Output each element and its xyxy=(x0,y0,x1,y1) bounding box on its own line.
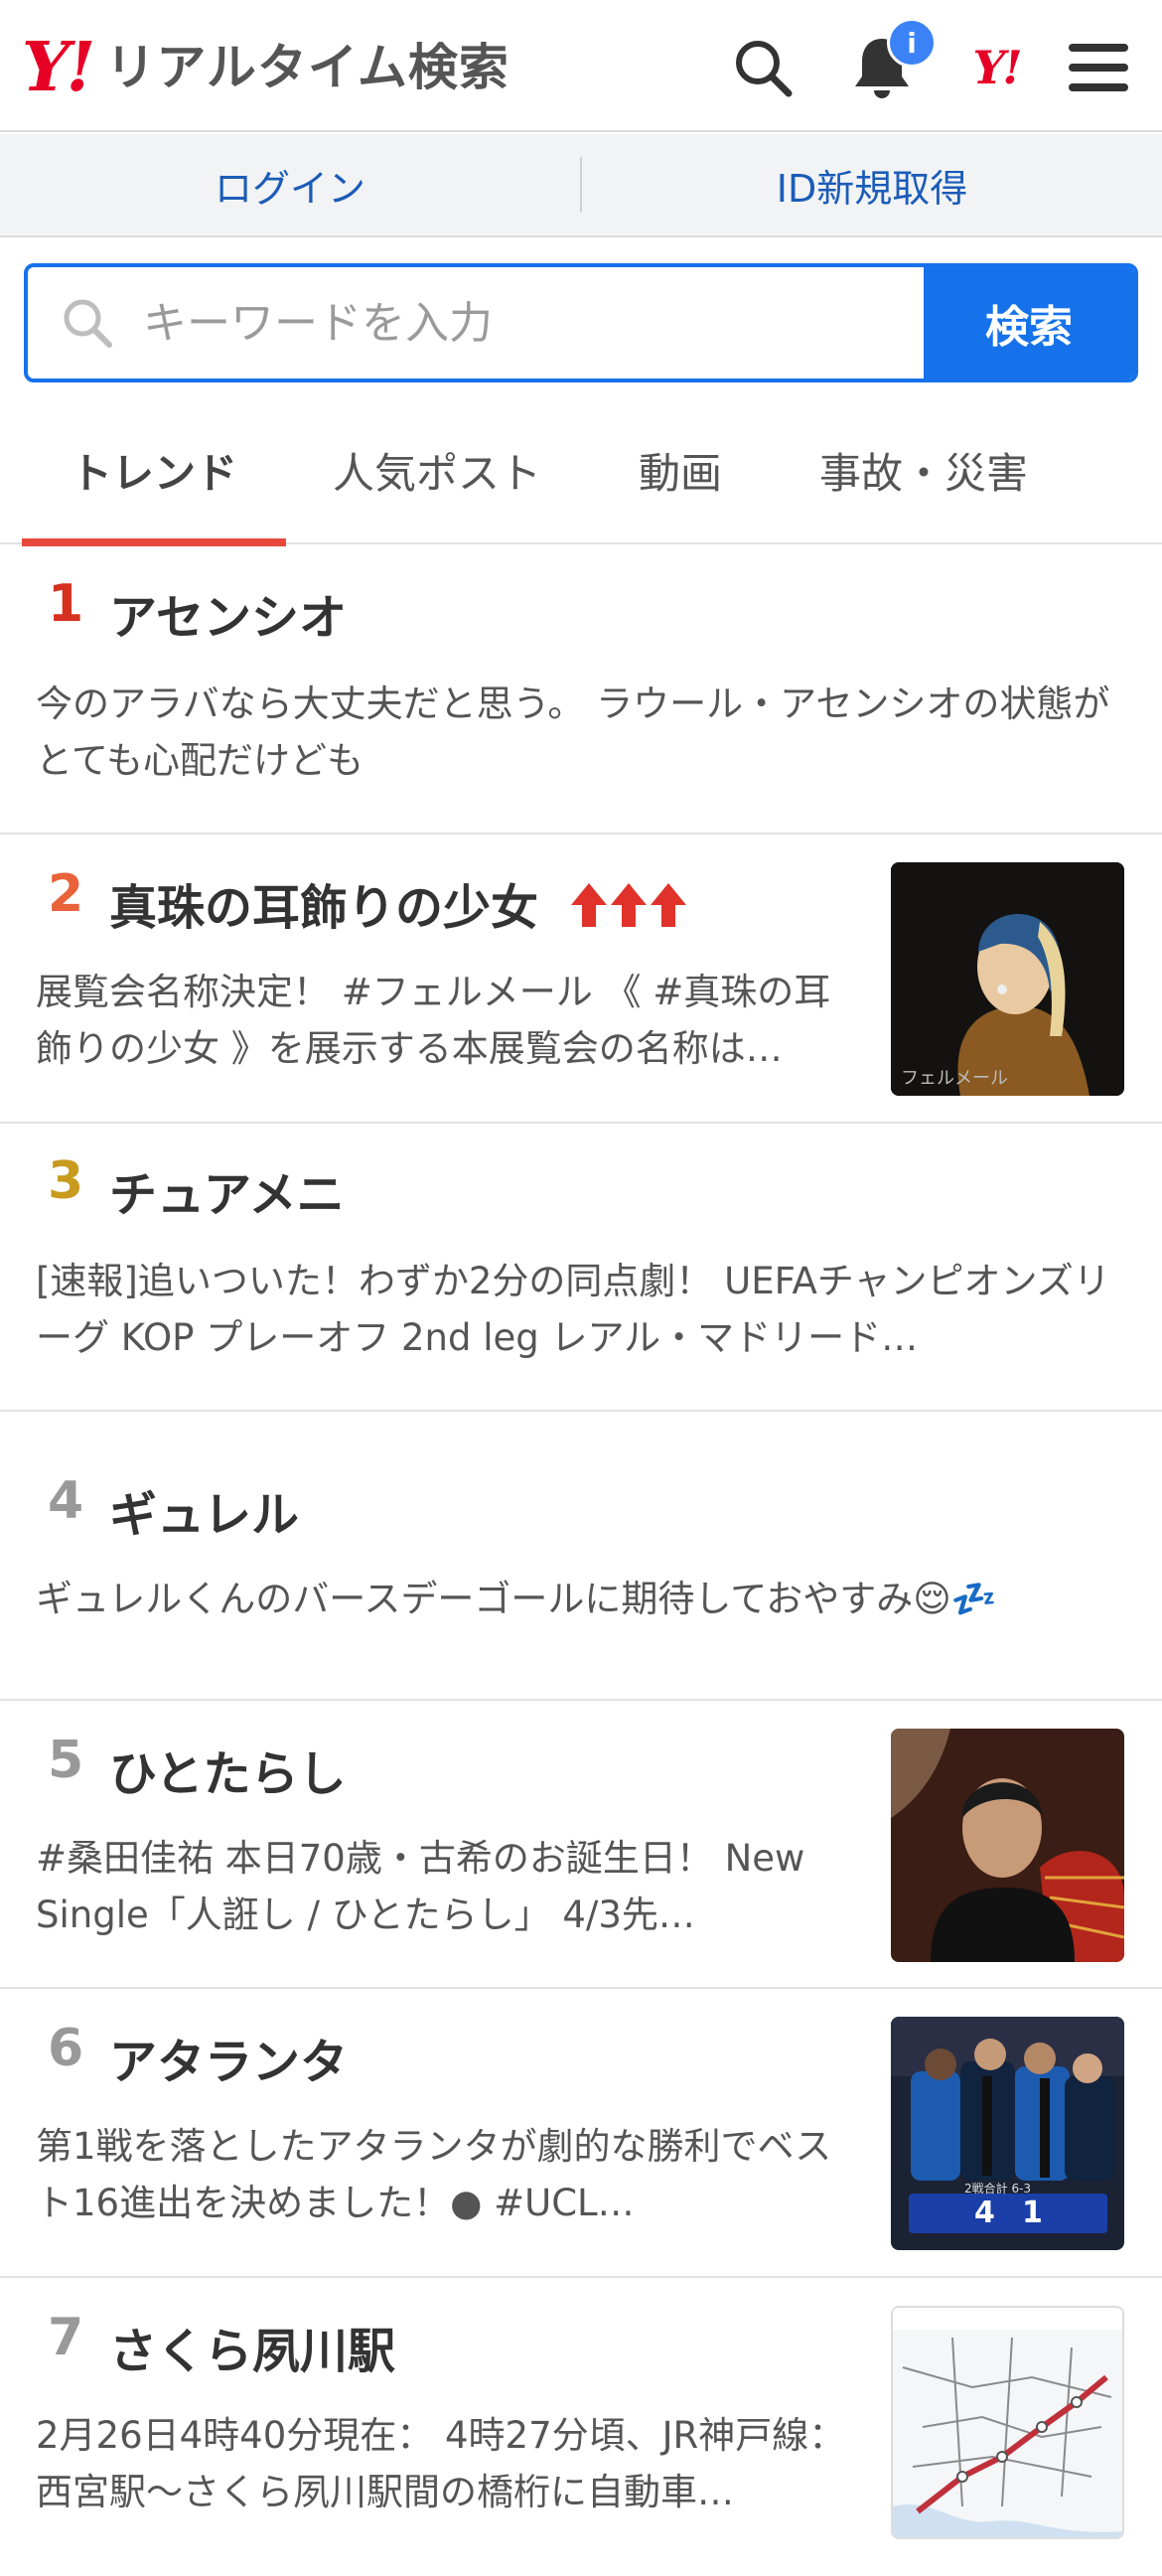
tab-trend[interactable]: トレンド xyxy=(22,397,286,546)
yahoo-realtime-logo[interactable]: Y! リアルタイム検索 xyxy=(22,28,509,107)
trend-item[interactable]: 3 チュアメニ [速報]追いついた！わずか2分の同点劇！ UEFAチャンピオンズ… xyxy=(0,1124,1162,1412)
soccer-thumbnail xyxy=(891,2017,1124,2250)
trend-title: さくら夙川駅 xyxy=(109,2324,396,2379)
trend-description: 今のアラバなら大丈夫だと思う。 ラウール・アセンシオの状態がとても心配だけども xyxy=(36,682,1110,782)
rising-arrows-icon xyxy=(567,881,690,941)
trend-thumbnail[interactable] xyxy=(891,1729,1124,1962)
yahoo-logo-mark: Y! xyxy=(22,28,95,107)
trend-description: [速報]追いついた！わずか2分の同点劇！ UEFAチャンピオンズリーグ KOP … xyxy=(36,1260,1110,1359)
login-bar: ログイン ID新規取得 xyxy=(0,134,1162,237)
notification-badge: i xyxy=(887,18,937,68)
signup-link[interactable]: ID新規取得 xyxy=(582,158,1162,213)
yahoo-mark: Y! xyxy=(972,41,1022,94)
tab-accidents-disasters[interactable]: 事故・災害 xyxy=(785,397,1063,542)
trend-item[interactable]: 7 さくら夙川駅 2月26日4時40分現在： 4時27分頃、JR神戸線：西宮駅〜… xyxy=(0,2278,1162,2576)
trend-description: ギュレルくんのバースデーゴールに期待しておやすみ😌💤 xyxy=(36,1578,997,1620)
trend-list: 1 アセンシオ 今のアラバなら大丈夫だと思う。 ラウール・アセンシオの状態がとて… xyxy=(0,546,1162,2576)
trend-item[interactable]: 2 真珠の耳飾りの少女 展覧会名称決定！ #フェルメール 《 #真珠の耳飾りの少… xyxy=(0,834,1162,1124)
trend-description: #桑田佳祐 本日70歳・古希のお誕生日！ New Single「人誑し / ひと… xyxy=(36,1837,805,1936)
railway-map-thumbnail xyxy=(893,2308,1122,2537)
search-icon[interactable] xyxy=(725,30,800,105)
thumb-score-away: 1 xyxy=(1022,2196,1043,2230)
trend-rank: 6 xyxy=(48,2019,84,2078)
trend-thumbnail[interactable] xyxy=(891,2306,1124,2539)
search-input[interactable] xyxy=(143,297,838,349)
app-header: Y! リアルタイム検索 i Y! xyxy=(0,0,1162,132)
trend-rank: 7 xyxy=(48,2308,84,2367)
thumb-caption: フェルメール xyxy=(901,1068,1008,1089)
bell-icon[interactable]: i xyxy=(844,18,937,105)
trend-rank: 2 xyxy=(48,864,84,924)
tab-popular-posts[interactable]: 人気ポスト xyxy=(298,397,576,542)
search-button[interactable]: 検索 xyxy=(924,267,1134,379)
trend-item[interactable]: 5 ひとたらし #桑田佳祐 本日70歳・古希のお誕生日！ New Single「… xyxy=(0,1701,1162,1989)
trend-description: 第1戦を落としたアタランタが劇的な勝利でベスト16進出を決めました！● #UCL… xyxy=(36,2125,832,2224)
trend-title: ひとたらし xyxy=(109,1746,347,1802)
thumb-score-home: 4 xyxy=(974,2196,995,2230)
portrait-thumbnail xyxy=(891,1729,1124,1962)
search-field[interactable] xyxy=(28,267,924,379)
trend-title: チュアメニ xyxy=(109,1167,345,1223)
search-form: 検索 xyxy=(24,263,1138,382)
painting-thumbnail xyxy=(891,862,1124,1096)
trend-title: アタランタ xyxy=(109,2035,349,2090)
trend-title-row: 真珠の耳飾りの少女 xyxy=(109,868,690,941)
yahoo-home-icon[interactable]: Y! xyxy=(958,30,1034,105)
trend-title: ギュレル xyxy=(109,1487,300,1543)
logo-title: リアルタイム検索 xyxy=(105,39,509,96)
trend-description: 展覧会名称決定！ #フェルメール 《 #真珠の耳飾りの少女 》を展示する本展覧会… xyxy=(36,971,831,1070)
thumb-aggregate: 2戦合計 6-3 xyxy=(964,2182,1032,2196)
trend-title: アセンシオ xyxy=(109,590,348,646)
trend-rank: 3 xyxy=(48,1151,84,1211)
login-link[interactable]: ログイン xyxy=(0,158,580,213)
category-tabs: トレンド 人気ポスト 動画 事故・災害 xyxy=(0,397,1162,546)
trend-item[interactable]: 6 アタランタ 第1戦を落としたアタランタが劇的な勝利でベスト16進出を決めまし… xyxy=(0,1989,1162,2278)
tab-videos[interactable]: 動画 xyxy=(596,397,765,542)
trend-thumbnail[interactable]: 2戦合計 6-3 4 1 xyxy=(891,2017,1124,2250)
trend-rank: 1 xyxy=(48,574,84,634)
trend-thumbnail[interactable]: フェルメール xyxy=(891,862,1124,1096)
trend-rank: 5 xyxy=(48,1731,84,1790)
trend-item[interactable]: 1 アセンシオ 今のアラバなら大丈夫だと思う。 ラウール・アセンシオの状態がとて… xyxy=(0,546,1162,834)
trend-title: 真珠の耳飾りの少女 xyxy=(109,880,539,936)
trend-rank: 4 xyxy=(48,1471,84,1531)
trend-description: 2月26日4時40分現在： 4時27分頃、JR神戸線：西宮駅〜さくら夙川駅間の橋… xyxy=(36,2414,846,2513)
hamburger-menu-icon[interactable] xyxy=(1061,30,1136,105)
search-field-icon xyxy=(64,299,112,348)
trend-item[interactable]: 4 ギュレル ギュレルくんのバースデーゴールに期待しておやすみ😌💤 xyxy=(0,1412,1162,1701)
